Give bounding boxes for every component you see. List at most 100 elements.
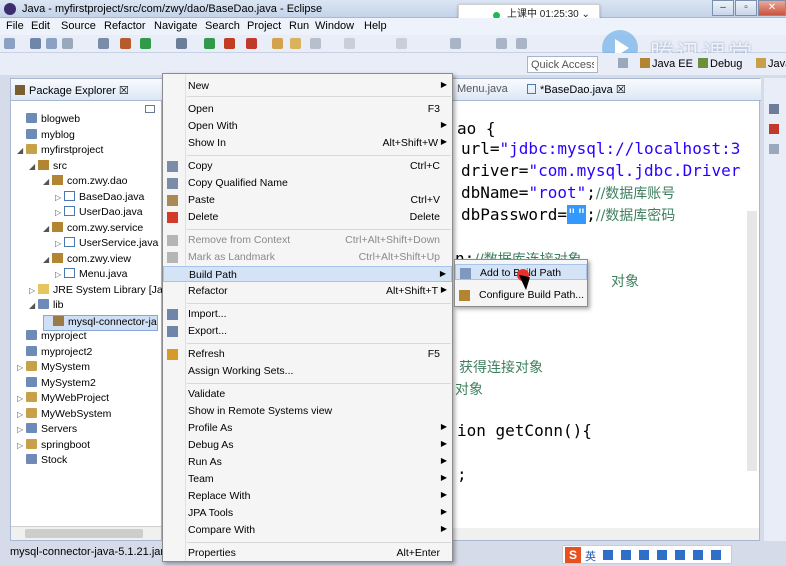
ime-moon-icon[interactable]	[603, 550, 613, 560]
maximize-button[interactable]: ▫	[735, 0, 757, 16]
menu-item-build-path[interactable]: Build Path ▶	[163, 266, 452, 282]
expand-arrow-icon[interactable]: ▷	[55, 208, 64, 217]
debug-icon[interactable]	[120, 38, 131, 49]
open-perspective-button[interactable]	[618, 58, 630, 70]
expand-arrow-icon[interactable]: ◢	[29, 162, 38, 171]
menu-item-paste[interactable]: Paste Ctrl+V	[163, 192, 452, 208]
tree-item[interactable]: ▷ Servers	[17, 423, 77, 439]
menu-item-replace-with[interactable]: Replace With ▶	[163, 488, 452, 504]
search-tool-icon[interactable]	[344, 38, 355, 49]
menu-item-export[interactable]: Export...	[163, 323, 452, 339]
tree-item[interactable]: ◢ com.zwy.dao	[43, 175, 128, 191]
expand-arrow-icon[interactable]: ▷	[17, 363, 26, 372]
tree-item[interactable]: myproject	[17, 330, 87, 346]
expand-arrow-icon[interactable]: ◢	[43, 177, 52, 186]
menu-project[interactable]: Project	[247, 20, 281, 32]
menu-item-delete[interactable]: Delete Delete	[163, 209, 452, 225]
menu-item-new[interactable]: New ▶	[163, 78, 452, 94]
tree-item[interactable]: mysql-connector-ja	[43, 314, 158, 331]
run-icon[interactable]	[204, 38, 215, 49]
expand-arrow-icon[interactable]: ▷	[17, 410, 26, 419]
ime-toolbox-icon[interactable]	[693, 550, 703, 560]
collapse-all-icon[interactable]	[145, 105, 155, 113]
tree-item[interactable]: ▷ MySystem	[17, 361, 90, 377]
expand-arrow-icon[interactable]: ◢	[29, 301, 38, 310]
tree-item[interactable]: ▷ MyWebSystem	[17, 407, 111, 424]
ime-punct-icon[interactable]	[621, 550, 631, 560]
tree-item[interactable]: ▷ JRE System Library [Ja	[29, 283, 163, 300]
tree-item[interactable]: ◢ src	[29, 159, 67, 176]
expand-arrow-icon[interactable]: ▷	[17, 441, 26, 450]
menu-navigate[interactable]: Navigate	[154, 20, 197, 32]
package-explorer-hscrollbar[interactable]	[11, 526, 161, 540]
editor-vscrollbar[interactable]	[747, 211, 757, 471]
task-icon[interactable]	[769, 124, 779, 134]
menu-item-copy-qualified-name[interactable]: Copy Qualified Name	[163, 175, 452, 191]
close-button[interactable]: ✕	[758, 0, 786, 16]
run-tool-icon[interactable]	[140, 38, 151, 49]
menu-item-copy[interactable]: Copy Ctrl+C	[163, 158, 452, 174]
menu-item-team[interactable]: Team ▶	[163, 471, 452, 487]
perspective-java[interactable]: Java	[756, 58, 786, 70]
tree-item[interactable]: ▷ BaseDao.java	[55, 190, 144, 207]
tree-item[interactable]: myblog	[17, 128, 75, 145]
tree-item[interactable]: ◢ com.zwy.view	[43, 252, 131, 269]
package-explorer-tab[interactable]: Package Explorer ☒	[11, 79, 163, 101]
perspective-java-ee[interactable]: Java EE	[640, 58, 693, 70]
pen-icon[interactable]	[310, 38, 321, 49]
perspective-debug[interactable]: Debug	[698, 58, 742, 70]
expand-arrow-icon[interactable]: ▷	[29, 286, 38, 295]
expand-arrow-icon[interactable]: ▷	[55, 270, 64, 279]
menu-item-properties[interactable]: Properties Alt+Enter	[163, 545, 452, 561]
save-all-icon[interactable]	[46, 38, 57, 49]
minimize-button[interactable]: –	[712, 0, 734, 16]
menu-item-jpa-tools[interactable]: JPA Tools ▶	[163, 505, 452, 521]
menu-item-import[interactable]: Import...	[163, 306, 452, 322]
menu-file[interactable]: File	[6, 20, 24, 32]
expand-arrow-icon[interactable]: ◢	[43, 255, 52, 264]
expand-arrow-icon[interactable]: ▷	[17, 425, 26, 434]
ime-mic-icon[interactable]	[639, 550, 649, 560]
forward-icon[interactable]	[516, 38, 527, 49]
annotation-icon[interactable]	[450, 38, 461, 49]
menu-item-open-with[interactable]: Open With ▶	[163, 118, 452, 134]
ime-skin-icon[interactable]	[675, 550, 685, 560]
menu-refactor[interactable]: Refactor	[104, 20, 146, 32]
tree-item[interactable]: blogweb	[17, 113, 80, 129]
tree-item[interactable]: ◢ myfirstproject	[17, 144, 103, 160]
quick-access-input[interactable]	[527, 56, 598, 73]
menu-item-assign-working-sets[interactable]: Assign Working Sets...	[163, 363, 452, 379]
menu-item-show-in-remote-systems-view[interactable]: Show in Remote Systems view	[163, 403, 452, 419]
tree-item[interactable]: ▷ Menu.java	[55, 268, 127, 284]
stop-icon[interactable]	[224, 38, 235, 49]
tree-item[interactable]: ◢ com.zwy.service	[43, 221, 143, 238]
expand-arrow-icon[interactable]: ◢	[43, 224, 52, 233]
menu-item-profile-as[interactable]: Profile As ▶	[163, 420, 452, 436]
tree-item[interactable]: ▷ springboot	[17, 438, 90, 455]
menu-window[interactable]: Window	[315, 20, 354, 32]
tree-item[interactable]: ▷ UserService.java	[55, 237, 158, 253]
outline-icon[interactable]	[769, 104, 779, 114]
menu-help[interactable]: Help	[364, 20, 387, 32]
expand-arrow-icon[interactable]: ▷	[17, 394, 26, 403]
expand-arrow-icon[interactable]: ◢	[17, 146, 26, 155]
tree-item[interactable]: ▷ MyWebProject	[17, 392, 109, 408]
configure-build-path-item[interactable]: Configure Build Path...	[455, 287, 587, 303]
menu-item-validate[interactable]: Validate	[163, 386, 452, 402]
sogou-ime-icon[interactable]: S	[565, 547, 581, 563]
tree-item[interactable]: myproject2	[17, 345, 92, 362]
tree-item[interactable]: ◢ lib	[29, 299, 64, 315]
scroll-thumb[interactable]	[25, 529, 143, 538]
menu-item-run-as[interactable]: Run As ▶	[163, 454, 452, 470]
tab-menu-java[interactable]: Menu.java	[457, 83, 508, 95]
tool-icon[interactable]	[98, 38, 109, 49]
print-icon[interactable]	[62, 38, 73, 49]
back-icon[interactable]	[496, 38, 507, 49]
menu-item-refactor[interactable]: Refactor Alt+Shift+T ▶	[163, 283, 452, 299]
menu-run[interactable]: Run	[289, 20, 309, 32]
server-icon[interactable]	[246, 38, 257, 49]
save-icon[interactable]	[30, 38, 41, 49]
external-tools-icon[interactable]	[176, 38, 187, 49]
ime-settings-icon[interactable]	[711, 550, 721, 560]
menu-item-show-in[interactable]: Show In Alt+Shift+W ▶	[163, 135, 452, 151]
